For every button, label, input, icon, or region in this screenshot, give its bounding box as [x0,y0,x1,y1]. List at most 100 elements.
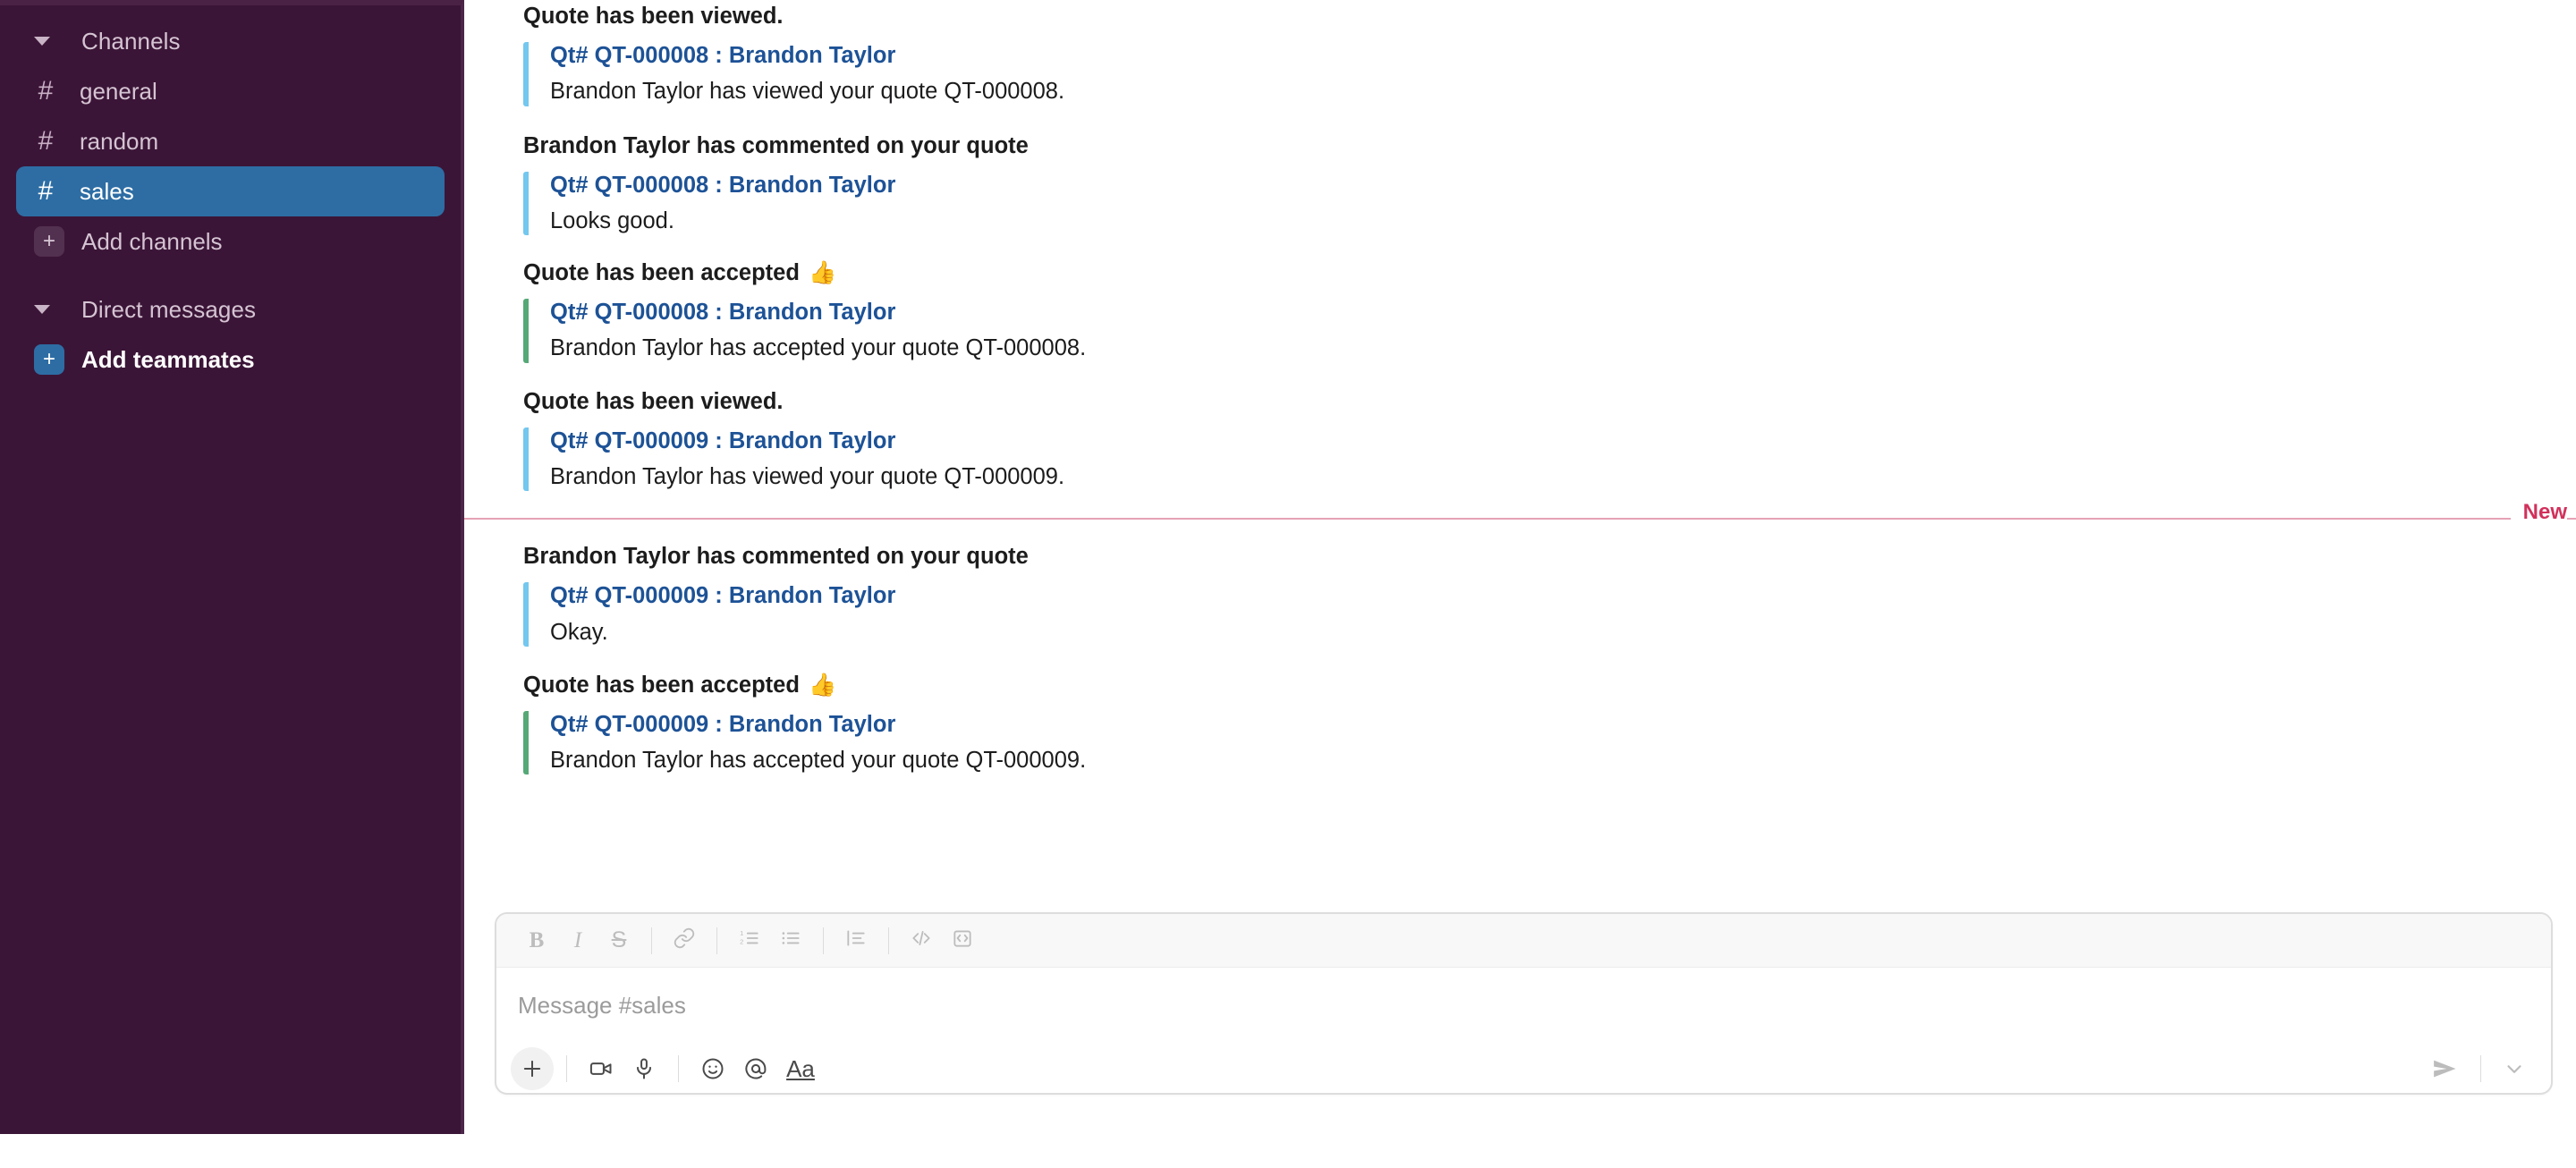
bold-icon: B [529,928,545,952]
attachment-body: Looks good. [550,207,674,233]
new-messages-label: New [2510,502,2567,524]
hash-icon: # [38,126,54,156]
message-title-text: Quote has been viewed. [523,388,784,414]
message-title: Brandon Taylor has commented on your quo… [523,544,2576,570]
formatting-button[interactable]: Aa [777,1057,824,1080]
attachment-body: Brandon Taylor has accepted your quote Q… [550,335,1087,361]
hash-icon: # [38,76,54,106]
formatting-toolbar: B I S 1 2 [496,914,2551,968]
add-channels-button[interactable]: + Add channels [0,216,461,267]
message-title: Quote has been viewed. [523,389,2576,415]
sidebar: Channels # general # random # sales + Ad… [0,0,464,1134]
bold-button[interactable]: B [516,920,557,961]
blockquote-button[interactable] [835,920,877,961]
direct-messages-section-header[interactable]: Direct messages [0,284,461,334]
add-teammates-button[interactable]: + Add teammates [0,334,461,385]
link-button[interactable] [664,920,705,961]
message-input[interactable] [518,991,2348,1020]
toolbar-divider [566,1055,567,1082]
code-icon [910,927,933,954]
message-title: Brandon Taylor has commented on your quo… [523,133,2576,159]
message-title-text: Brandon Taylor has commented on your quo… [523,132,1029,158]
svg-text:1: 1 [740,929,743,937]
toolbar-divider [2480,1055,2481,1082]
channels-section: Channels # general # random # sales + Ad… [0,16,461,267]
direct-messages-section: Direct messages + Add teammates [0,284,461,385]
message-title-text: Quote has been viewed. [523,4,784,29]
quote-link[interactable]: Qt# QT-000009 : Brandon Taylor [550,711,2576,739]
italic-icon: I [573,928,582,952]
add-teammates-label: Add teammates [81,345,255,373]
mention-icon [745,1058,767,1079]
svg-text:2: 2 [740,938,743,946]
ordered-list-button[interactable]: 1 2 [729,920,770,961]
code-button[interactable] [901,920,942,961]
code-block-icon [951,927,974,954]
message-composer: B I S 1 2 Message #sales Aa [495,912,2553,1095]
channels-section-header[interactable]: Channels [0,16,461,66]
message-title: Quote has been viewed. [523,4,2576,30]
message-item: Quote has been viewed. Qt# QT-000008 : B… [523,0,2576,106]
direct-messages-section-label: Direct messages [81,295,257,323]
message-item: Brandon Taylor has commented on your quo… [523,106,2576,236]
caret-down-icon [34,305,57,314]
chevron-down-icon [2507,1065,2521,1073]
quote-link[interactable]: Qt# QT-000008 : Brandon Taylor [550,299,2576,326]
composer-action-bar: Aa [496,1043,2551,1093]
toolbar-divider [888,927,889,954]
message-attachment: Qt# QT-000008 : Brandon Taylor Brandon T… [523,42,2576,106]
sidebar-item-random[interactable]: # random [16,116,445,166]
blockquote-icon [844,927,868,954]
sidebar-item-label: general [80,77,157,105]
add-attachment-button[interactable] [511,1047,554,1090]
link-icon [673,927,696,954]
sidebar-item-general[interactable]: # general [16,66,445,116]
message-title-text: Quote has been accepted [523,672,800,698]
plus-icon: + [34,226,64,257]
quote-link[interactable]: Qt# QT-000009 : Brandon Taylor [550,427,2576,455]
plus-icon: + [34,344,64,375]
thumbs-up-icon: 👍 [808,260,837,286]
message-title-text: Brandon Taylor has commented on your quo… [523,544,1029,570]
strikethrough-button[interactable]: S [598,920,640,961]
italic-button[interactable]: I [557,920,598,961]
emoji-button[interactable] [691,1047,734,1090]
divider-line [464,518,2576,521]
emoji-icon [702,1058,724,1079]
toolbar-divider [823,927,824,954]
video-button[interactable] [580,1047,623,1090]
toolbar-divider [651,927,652,954]
message-list: Quote has been viewed. Qt# QT-000008 : B… [464,0,2576,775]
quote-link[interactable]: Qt# QT-000008 : Brandon Taylor [550,42,2576,70]
new-messages-divider: New [464,502,2576,524]
attachment-body: Brandon Taylor has accepted your quote Q… [550,748,1087,774]
quote-link[interactable]: Qt# QT-000009 : Brandon Taylor [550,582,2576,610]
attachment-body: Brandon Taylor has viewed your quote QT-… [550,464,1065,490]
message-item: Quote has been accepted 👍 Qt# QT-000009 … [523,647,2576,775]
strikethrough-icon: S [611,927,627,952]
message-attachment: Qt# QT-000008 : Brandon Taylor Brandon T… [523,299,2576,363]
microphone-icon [637,1058,651,1079]
hash-icon: # [38,176,54,206]
message-item: Brandon Taylor has commented on your quo… [523,520,2576,647]
channels-section-label: Channels [81,27,181,55]
ordered-list-icon: 1 2 [738,927,761,954]
sidebar-divider [0,267,461,284]
microphone-button[interactable] [623,1047,665,1090]
mention-button[interactable] [734,1047,777,1090]
bulleted-list-button[interactable] [770,920,811,961]
sidebar-item-sales[interactable]: # sales [16,166,445,216]
code-block-button[interactable] [942,920,983,961]
message-title-text: Quote has been accepted [523,260,800,286]
caret-down-icon [34,37,57,46]
message-input-area [496,968,2551,1043]
message-item: Quote has been accepted 👍 Qt# QT-000008 … [523,235,2576,363]
message-pane: Quote has been viewed. Qt# QT-000008 : B… [464,0,2576,1168]
message-attachment: Qt# QT-000009 : Brandon Taylor Brandon T… [523,427,2576,492]
send-icon [2434,1060,2456,1078]
send-options-button[interactable] [2494,1047,2535,1090]
attachment-body: Okay. [550,619,608,645]
send-button[interactable] [2421,1047,2468,1090]
quote-link[interactable]: Qt# QT-000008 : Brandon Taylor [550,172,2576,199]
toolbar-divider [678,1055,679,1082]
